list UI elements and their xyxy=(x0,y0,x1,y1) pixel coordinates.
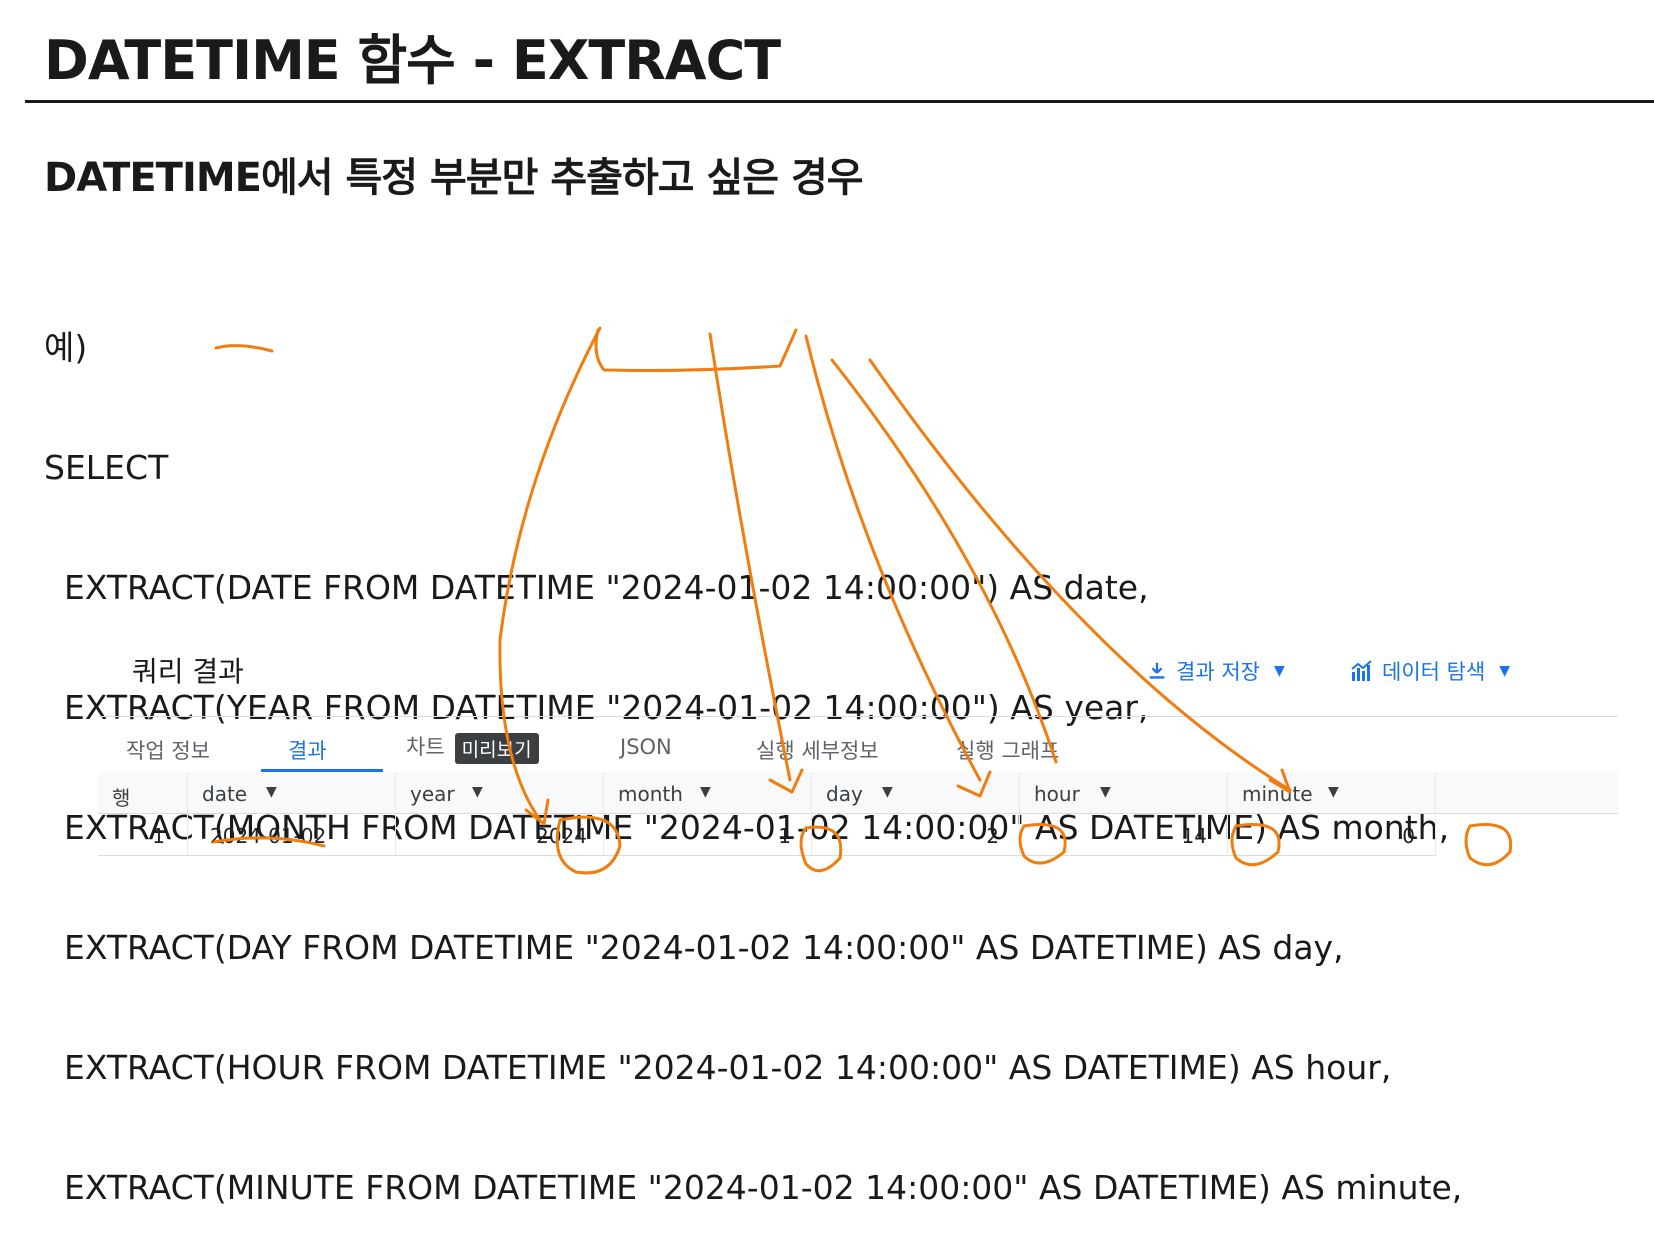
column-header-label: minute xyxy=(1242,782,1313,806)
code-line-date: EXTRACT(DATE FROM DATETIME "2024-01-02 1… xyxy=(64,568,1149,607)
code-line-select: SELECT xyxy=(44,448,169,487)
cell-value: 2 xyxy=(986,824,999,848)
save-results-label: 결과 저장 xyxy=(1176,660,1260,684)
cell-value: 14 xyxy=(1181,824,1207,848)
chevron-down-icon: ▼ xyxy=(1499,663,1511,679)
column-header-row: 행 xyxy=(98,772,188,814)
tab-job-info[interactable]: 작업 정보 xyxy=(126,735,210,765)
column-header-month[interactable]: month ▼ xyxy=(604,772,812,814)
table-cell-minute: 0 xyxy=(1228,814,1436,856)
table-cell-date: 2024-01-02 xyxy=(188,814,396,856)
column-header-hour[interactable]: hour ▼ xyxy=(1020,772,1228,814)
table-cell-hour: 14 xyxy=(1020,814,1228,856)
cell-value: 2024 xyxy=(536,824,587,848)
slide-title: DATETIME 함수 - EXTRACT xyxy=(44,29,781,92)
code-line-minute: EXTRACT(MINUTE FROM DATETIME "2024-01-02… xyxy=(64,1168,1463,1207)
tab-results[interactable]: 결과 xyxy=(288,735,327,765)
save-results-button[interactable]: 결과 저장 ▼ xyxy=(1146,656,1285,686)
tab-execution-details[interactable]: 실행 세부정보 xyxy=(756,735,879,765)
sort-menu-icon[interactable]: ▼ xyxy=(472,784,483,800)
column-header-date[interactable]: date ▼ xyxy=(188,772,396,814)
sort-menu-icon[interactable]: ▼ xyxy=(1328,784,1339,800)
preview-badge: 미리보기 xyxy=(454,732,539,764)
column-header-filler xyxy=(1436,772,1618,814)
tab-json[interactable]: JSON xyxy=(620,735,672,759)
sort-menu-icon[interactable]: ▼ xyxy=(882,784,893,800)
tab-chart[interactable]: 차트 미리보기 xyxy=(406,731,539,764)
cell-value: 1 xyxy=(778,824,791,848)
explore-data-label: 데이터 탐색 xyxy=(1382,660,1486,684)
chart-icon xyxy=(1351,660,1372,681)
cell-value: 0 xyxy=(1402,824,1415,848)
table-cell-row-number: 1 xyxy=(98,814,188,856)
example-label: 예) xyxy=(44,328,88,367)
column-header-label: hour xyxy=(1034,782,1080,806)
column-header-label: day xyxy=(826,782,863,806)
table-cell-day: 2 xyxy=(812,814,1020,856)
sort-menu-icon[interactable]: ▼ xyxy=(700,784,711,800)
table-cell-year: 2024 xyxy=(396,814,604,856)
column-header-label: month xyxy=(618,782,683,806)
cell-value: 1 xyxy=(152,824,165,848)
column-header-year[interactable]: year ▼ xyxy=(396,772,604,814)
tab-chart-label: 차트 xyxy=(406,735,445,759)
query-results-panel: 쿼리 결과 결과 저장 ▼ 데이터 탐색 ▼ 작업 정보 결과 차트 미리보기 J… xyxy=(98,628,1618,890)
chevron-down-icon: ▼ xyxy=(1273,663,1285,679)
explore-data-button[interactable]: 데이터 탐색 ▼ xyxy=(1350,656,1510,686)
title-divider xyxy=(25,100,1654,103)
panel-title: 쿼리 결과 xyxy=(132,655,244,688)
slide-subtitle: DATETIME에서 특정 부분만 추출하고 싶은 경우 xyxy=(44,155,864,201)
column-header-label: date xyxy=(202,782,248,806)
code-line-day: EXTRACT(DAY FROM DATETIME "2024-01-02 14… xyxy=(64,928,1344,967)
column-header-minute[interactable]: minute ▼ xyxy=(1228,772,1436,814)
cell-value: 2024-01-02 xyxy=(210,824,327,848)
sort-menu-icon[interactable]: ▼ xyxy=(266,784,277,800)
sort-menu-icon[interactable]: ▼ xyxy=(1100,784,1111,800)
tab-execution-graph[interactable]: 실행 그래프 xyxy=(956,735,1059,765)
column-header-day[interactable]: day ▼ xyxy=(812,772,1020,814)
column-header-label: year xyxy=(410,782,455,806)
table-cell-month: 1 xyxy=(604,814,812,856)
code-line-hour: EXTRACT(HOUR FROM DATETIME "2024-01-02 1… xyxy=(64,1048,1392,1087)
results-tabs: 작업 정보 결과 차트 미리보기 JSON 실행 세부정보 실행 그래프 xyxy=(98,716,1618,773)
column-header-label: 행 xyxy=(112,786,131,810)
download-icon xyxy=(1149,662,1165,679)
